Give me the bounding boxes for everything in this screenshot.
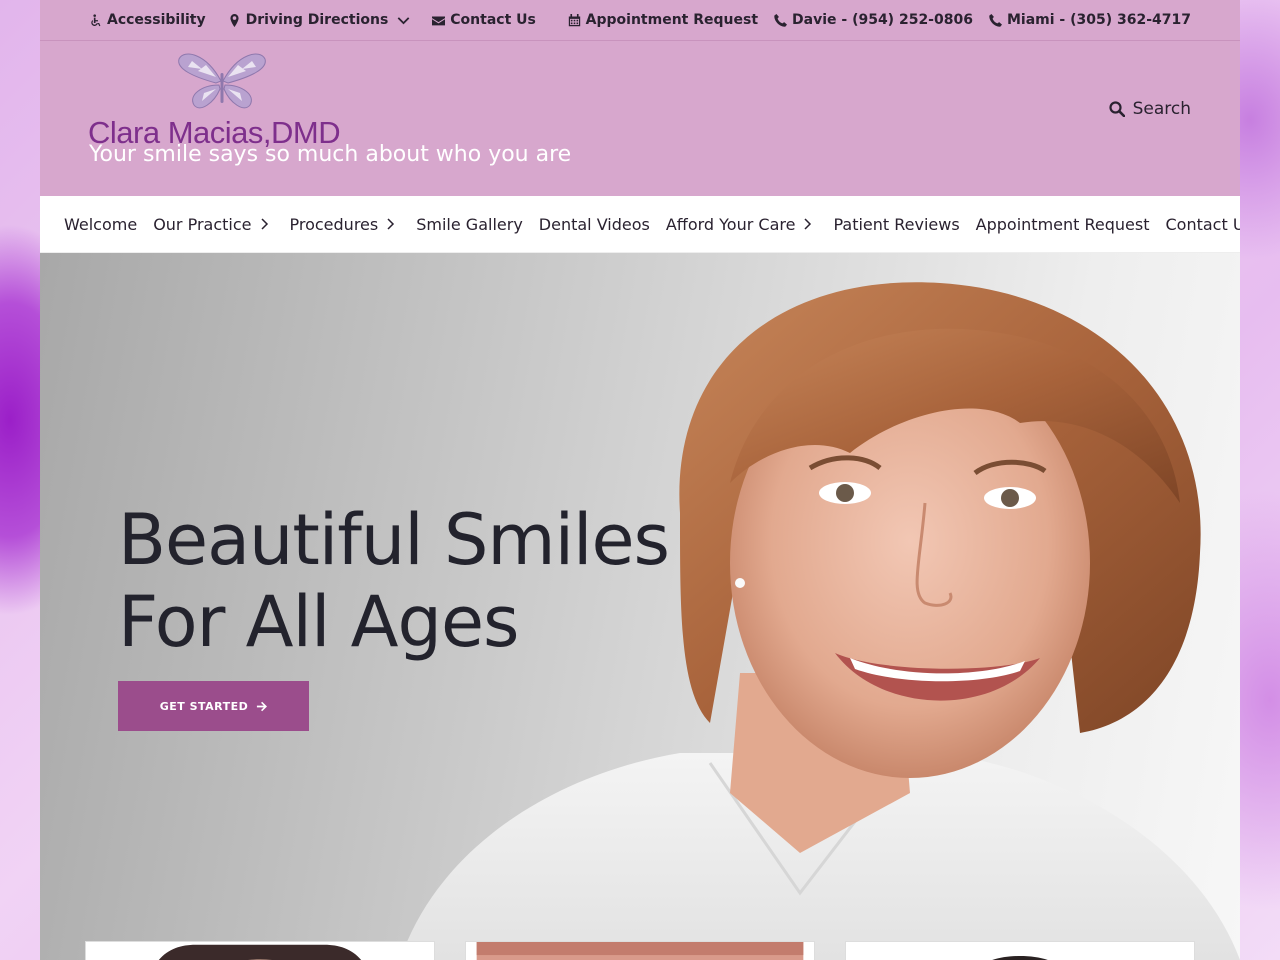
nav-item-contact-us[interactable]: Contact Us xyxy=(1166,215,1241,234)
map-marker-icon xyxy=(230,13,239,27)
site-logo[interactable]: Clara Macias,DMD xyxy=(88,49,358,150)
appointment-request-link[interactable]: Appointment Request xyxy=(568,12,758,28)
feature-card[interactable] xyxy=(465,941,815,960)
nav-item-procedures[interactable]: Procedures xyxy=(290,215,417,234)
feature-card[interactable] xyxy=(85,941,435,960)
site-header: Clara Macias,DMD Your smile says so much… xyxy=(40,41,1240,196)
contact-us-link[interactable]: Contact Us xyxy=(432,12,536,28)
wheelchair-icon xyxy=(91,13,101,26)
chevron-right-icon xyxy=(387,218,395,230)
nav-item-appointment-request[interactable]: Appointment Request xyxy=(976,215,1166,234)
nav-item-label: Our Practice xyxy=(153,214,252,234)
phone-icon xyxy=(989,13,1002,27)
nav-item-label: Smile Gallery xyxy=(416,214,523,234)
phone-miami-label: Miami - (305) 362-4717 xyxy=(1006,12,1191,28)
nav-item-label: Procedures xyxy=(289,214,379,234)
driving-directions-label: Driving Directions xyxy=(245,12,389,28)
hero-headline-line2: For All Ages xyxy=(118,581,520,663)
tagline: Your smile says so much about who you ar… xyxy=(89,142,572,167)
chevron-right-icon xyxy=(804,218,812,230)
chevron-right-icon xyxy=(260,218,268,230)
card-photo-woman xyxy=(96,942,424,960)
search-label: Search xyxy=(1132,99,1191,119)
search-button[interactable]: Search xyxy=(1108,99,1191,119)
page-frame: Accessibility Driving Directions Contact… xyxy=(40,0,1240,960)
arrow-right-icon xyxy=(257,701,268,711)
phone-icon xyxy=(774,13,788,27)
utility-left: Accessibility Driving Directions Contact… xyxy=(89,12,536,28)
envelope-icon xyxy=(432,15,446,25)
nav-item-afford-your-care[interactable]: Afford Your Care xyxy=(666,215,834,234)
nav-item-label: Appointment Request xyxy=(975,214,1150,234)
phone-davie-label: Davie - (954) 252-0806 xyxy=(792,12,973,28)
nav-item-dental-videos[interactable]: Dental Videos xyxy=(539,215,666,234)
appointment-request-label: Appointment Request xyxy=(585,12,759,28)
nav-item-welcome[interactable]: Welcome xyxy=(64,215,153,234)
phone-davie-link[interactable]: Davie - (954) 252-0806 xyxy=(774,12,973,28)
nav-item-label: Afford Your Care xyxy=(665,214,796,234)
card-photo-smile xyxy=(476,942,804,960)
butterfly-logo-icon xyxy=(178,53,266,109)
get-started-button[interactable]: GET STARTED xyxy=(118,681,309,731)
utility-right: Appointment Request Davie - (954) 252-08… xyxy=(568,12,1191,28)
get-started-label: GET STARTED xyxy=(159,699,249,713)
main-nav: Welcome Our Practice Procedures Smile Ga… xyxy=(40,196,1240,253)
contact-us-label: Contact Us xyxy=(450,12,536,28)
nav-item-smile-gallery[interactable]: Smile Gallery xyxy=(416,215,539,234)
nav-item-label: Dental Videos xyxy=(538,214,650,234)
accessibility-label: Accessibility xyxy=(107,12,206,28)
nav-item-label: Welcome xyxy=(64,214,138,234)
chevron-down-icon xyxy=(397,16,410,24)
hero-headline: Beautiful Smiles For All Ages xyxy=(118,499,670,663)
accessibility-link[interactable]: Accessibility xyxy=(89,12,206,28)
phone-miami-link[interactable]: Miami - (305) 362-4717 xyxy=(989,12,1191,28)
nav-item-patient-reviews[interactable]: Patient Reviews xyxy=(833,215,975,234)
card-photo-man xyxy=(856,942,1184,960)
search-icon xyxy=(1108,101,1125,117)
driving-directions-dropdown[interactable]: Driving Directions xyxy=(228,12,411,28)
feature-cards xyxy=(85,941,1195,960)
nav-item-label: Patient Reviews xyxy=(833,214,960,234)
nav-item-label: Contact Us xyxy=(1165,214,1241,234)
feature-card[interactable] xyxy=(845,941,1195,960)
utility-bar: Accessibility Driving Directions Contact… xyxy=(40,0,1240,41)
calendar-icon xyxy=(568,13,580,26)
nav-item-our-practice[interactable]: Our Practice xyxy=(153,215,289,234)
hero-section: Beautiful Smiles For All Ages GET STARTE… xyxy=(40,253,1240,960)
hero-headline-line1: Beautiful Smiles xyxy=(118,499,670,581)
